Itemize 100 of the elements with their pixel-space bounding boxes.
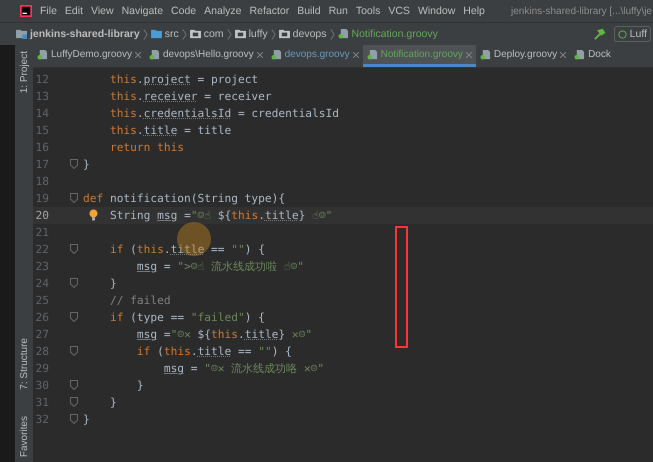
menu-item[interactable]: Tools: [352, 5, 384, 17]
chevron-icon: [182, 28, 187, 40]
menu-item[interactable]: View: [87, 5, 118, 17]
code-line: if (this.title == "") {: [136, 345, 292, 358]
editor-tab[interactable]: devops.groovy: [266, 45, 363, 67]
editor-tab[interactable]: Deploy.groovy: [476, 45, 570, 67]
folder-icon: [234, 29, 246, 39]
close-icon[interactable]: [256, 52, 263, 58]
code-line: return this: [110, 141, 184, 154]
line-number: 31: [34, 396, 49, 409]
breadcrumb-item[interactable]: jenkins-shared-library: [16, 28, 140, 40]
file-icon: [366, 50, 378, 60]
menu-item[interactable]: Refactor: [246, 5, 294, 17]
line-number: 14: [34, 107, 49, 120]
line-number: 20: [34, 209, 49, 222]
file-icon: [148, 50, 160, 60]
circle-icon: [618, 30, 627, 38]
line-number: 23: [34, 260, 49, 273]
tool-window-button[interactable]: 1: Project: [18, 45, 30, 100]
code-line: this.receiver = receiver: [110, 90, 272, 103]
chevron-icon: [330, 28, 334, 40]
menu-item[interactable]: Build: [293, 5, 325, 17]
file-icon: [480, 50, 491, 60]
folder-icon: [150, 29, 162, 39]
folder-icon: [190, 29, 201, 39]
fold-marker-icon[interactable]: [70, 278, 78, 288]
file-icon: [270, 50, 282, 60]
run-configuration-dropdown[interactable]: Luff: [614, 26, 651, 42]
chevron-icon: [226, 28, 232, 40]
tool-window-button[interactable]: 7: Structure: [18, 332, 30, 396]
fold-marker-icon[interactable]: [70, 346, 78, 356]
code-line: String msg ="☺☝ ${this.title} ☝☺": [110, 209, 332, 222]
line-number: 15: [34, 124, 49, 137]
line-number: 22: [34, 243, 49, 256]
fold-marker-icon[interactable]: [70, 380, 78, 390]
line-number: 12: [34, 73, 49, 86]
menu-item[interactable]: Window: [414, 5, 460, 17]
close-icon[interactable]: [560, 52, 566, 58]
breadcrumb-item[interactable]: devops: [278, 28, 326, 40]
code-line: msg ="☹✕ ${this.title} ✕☹": [136, 328, 312, 341]
file-icon: [574, 50, 586, 60]
fold-marker-icon[interactable]: [70, 193, 78, 203]
fold-marker-icon[interactable]: [70, 159, 78, 169]
close-icon[interactable]: [134, 52, 141, 58]
line-number: 17: [34, 158, 49, 171]
code-line: this.project = project: [110, 73, 258, 86]
line-number: 13: [34, 90, 49, 103]
project-folder-icon: [16, 29, 27, 39]
line-number: 25: [34, 294, 49, 307]
breadcrumb-item[interactable]: com: [190, 28, 224, 40]
code-line: }: [110, 396, 117, 409]
line-number: 32: [34, 413, 49, 426]
chevron-icon: [142, 28, 148, 40]
line-number: 26: [34, 311, 49, 324]
menu-item[interactable]: VCS: [384, 5, 414, 17]
menu-item[interactable]: Code: [167, 5, 200, 17]
fold-marker-icon[interactable]: [70, 414, 78, 424]
menu-item[interactable]: Navigate: [118, 5, 168, 17]
close-icon[interactable]: [352, 52, 359, 58]
chevron-icon: [270, 28, 276, 40]
editor-tab[interactable]: Dock: [570, 45, 615, 67]
code-line: if (type == "failed") {: [110, 311, 265, 324]
menu-item[interactable]: Help: [459, 5, 489, 17]
menu-item[interactable]: Run: [324, 5, 352, 17]
window-title: jenkins-shared-library [...\luffy\je: [511, 6, 653, 16]
code-line: }: [110, 277, 117, 290]
code-line: }: [136, 379, 144, 392]
editor-tab[interactable]: devops\Hello.groovy: [144, 45, 267, 67]
code-line: // failed: [110, 294, 171, 307]
folder-icon: [278, 29, 290, 39]
menu-item[interactable]: Analyze: [200, 5, 246, 17]
code-line: this.credentialsId = credentialsId: [110, 107, 339, 120]
close-icon[interactable]: [466, 52, 472, 58]
line-number: 28: [34, 345, 49, 358]
hammer-icon[interactable]: [592, 28, 606, 40]
code-line: }: [83, 413, 90, 426]
line-number: 30: [34, 379, 49, 392]
line-number: 21: [34, 226, 49, 239]
editor-tab[interactable]: LuffyDemo.groovy: [33, 45, 145, 67]
code-line: this.title = title: [110, 124, 232, 137]
file-icon: [338, 29, 348, 39]
code-line: msg = ">☺☝ 流水线成功啦 ☝☺": [136, 259, 304, 274]
line-number: 16: [34, 141, 49, 154]
lightbulb-icon[interactable]: [89, 209, 98, 221]
line-number: 27: [34, 328, 49, 341]
menu-item[interactable]: File: [36, 5, 61, 17]
menu-item[interactable]: Edit: [60, 5, 88, 17]
line-number: 24: [34, 277, 49, 290]
code-line: }: [83, 158, 90, 171]
breadcrumb-item[interactable]: src: [150, 28, 179, 40]
line-number: 18: [34, 175, 49, 188]
breadcrumb-item[interactable]: Notification.groovy: [338, 28, 438, 40]
breadcrumb-item[interactable]: luffy: [234, 28, 268, 40]
fold-marker-icon[interactable]: [70, 244, 78, 254]
line-number: 29: [34, 362, 49, 375]
tool-window-button[interactable]: Favorites: [18, 410, 30, 462]
app-logo-icon: [20, 5, 32, 17]
file-icon: [37, 50, 48, 60]
fold-marker-icon[interactable]: [70, 312, 78, 322]
fold-marker-icon[interactable]: [70, 397, 78, 407]
